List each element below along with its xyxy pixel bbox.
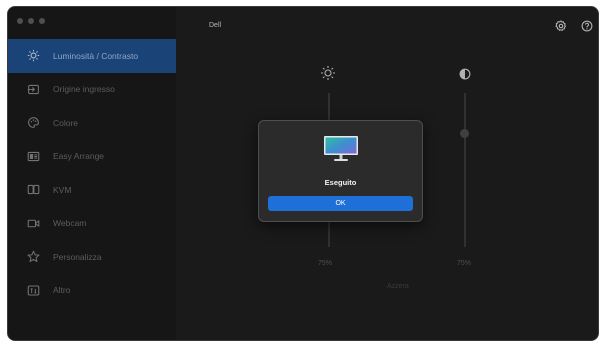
- ok-button[interactable]: OK: [268, 196, 413, 211]
- confirmation-dialog: Eseguito OK: [258, 120, 423, 222]
- monitor-icon: [323, 135, 359, 163]
- dialog-message: Eseguito: [324, 178, 357, 187]
- app-window: Luminosità / Contrasto Origine ingresso …: [7, 6, 599, 341]
